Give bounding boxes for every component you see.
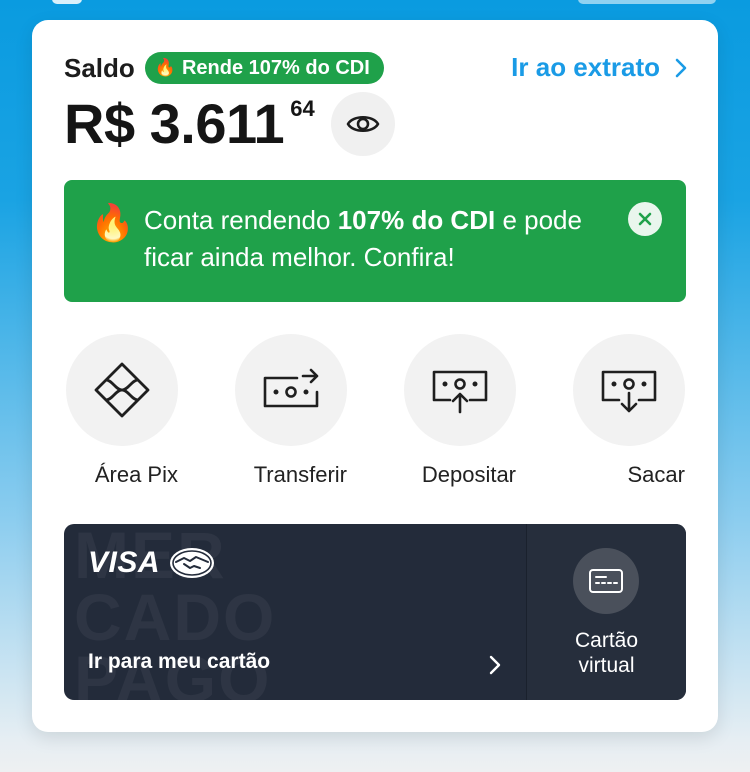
mercado-pago-handshake-icon [170, 548, 214, 578]
balance-cents: 64 [290, 96, 315, 121]
close-promo-button[interactable] [628, 202, 662, 236]
virtual-card-label: Cartão virtual [527, 628, 686, 678]
statement-link-label: Ir ao extrato [511, 52, 660, 82]
close-icon [638, 212, 652, 226]
eye-icon [346, 115, 379, 133]
top-edge [0, 0, 750, 6]
pix-icon [94, 362, 150, 418]
statement-link[interactable]: Ir ao extrato [511, 52, 688, 83]
credit-card-panel: MER CADO PAGO VISA Ir para meu cartão Ca… [64, 524, 686, 700]
status-pill-right [578, 0, 716, 4]
account-summary-card: Saldo 🔥 Rende 107% do CDI Ir ao extrato … [32, 20, 718, 732]
virtual-card-label-line: virtual [578, 654, 635, 677]
action-deposit-label: Depositar [421, 462, 516, 487]
fire-icon: 🔥 [90, 202, 135, 243]
chevron-right-icon [489, 655, 501, 675]
balance-row: R$ 3.611 64 [64, 92, 395, 156]
transfer-icon [263, 368, 319, 408]
balance-label: Saldo [64, 52, 135, 83]
balance-header: Saldo 🔥 Rende 107% do CDI [64, 52, 384, 84]
action-transfer[interactable]: Transferir [235, 334, 347, 488]
action-pix[interactable]: Área Pix [66, 334, 178, 488]
action-withdraw-circle[interactable] [573, 334, 685, 446]
card-cta-label: Ir para meu cartão [88, 650, 271, 673]
chevron-right-icon [675, 58, 687, 77]
action-transfer-label: Transferir [253, 462, 347, 487]
visa-logo: VISA [88, 546, 161, 579]
quick-actions: Área Pix Transferir Depositar Sacar [66, 334, 686, 494]
withdraw-icon [601, 370, 657, 413]
toggle-balance-visibility-button[interactable] [330, 92, 395, 156]
action-deposit[interactable]: Depositar [404, 334, 516, 488]
yield-badge-label: Rende 107% do CDI [181, 56, 370, 79]
fire-icon: 🔥 [154, 58, 176, 77]
deposit-icon [432, 370, 488, 414]
virtual-card-icon [589, 569, 623, 593]
promo-text-part: Conta rendendo [144, 205, 338, 235]
action-withdraw[interactable]: Sacar [573, 334, 685, 488]
virtual-card-circle [573, 548, 639, 614]
yield-badge[interactable]: 🔥 Rende 107% do CDI [144, 52, 384, 84]
promo-banner[interactable]: 🔥 Conta rendendo 107% do CDI e pode fica… [64, 180, 686, 302]
virtual-card-label-line: Cartão [574, 629, 639, 652]
my-card-link[interactable]: VISA Ir para meu cartão [64, 524, 526, 700]
action-deposit-circle[interactable] [404, 334, 516, 446]
virtual-card-button[interactable]: Cartão virtual [527, 524, 686, 700]
balance-amount: R$ 3.611 [64, 92, 285, 155]
status-pill-left [52, 0, 82, 4]
promo-text: Conta rendendo 107% do CDI e pode ficar … [144, 202, 614, 276]
promo-text-highlight: 107% do CDI [337, 205, 496, 235]
action-pix-circle[interactable] [66, 334, 178, 446]
action-withdraw-label: Sacar [627, 462, 685, 487]
action-pix-label: Área Pix [94, 462, 178, 487]
action-transfer-circle[interactable] [235, 334, 347, 446]
